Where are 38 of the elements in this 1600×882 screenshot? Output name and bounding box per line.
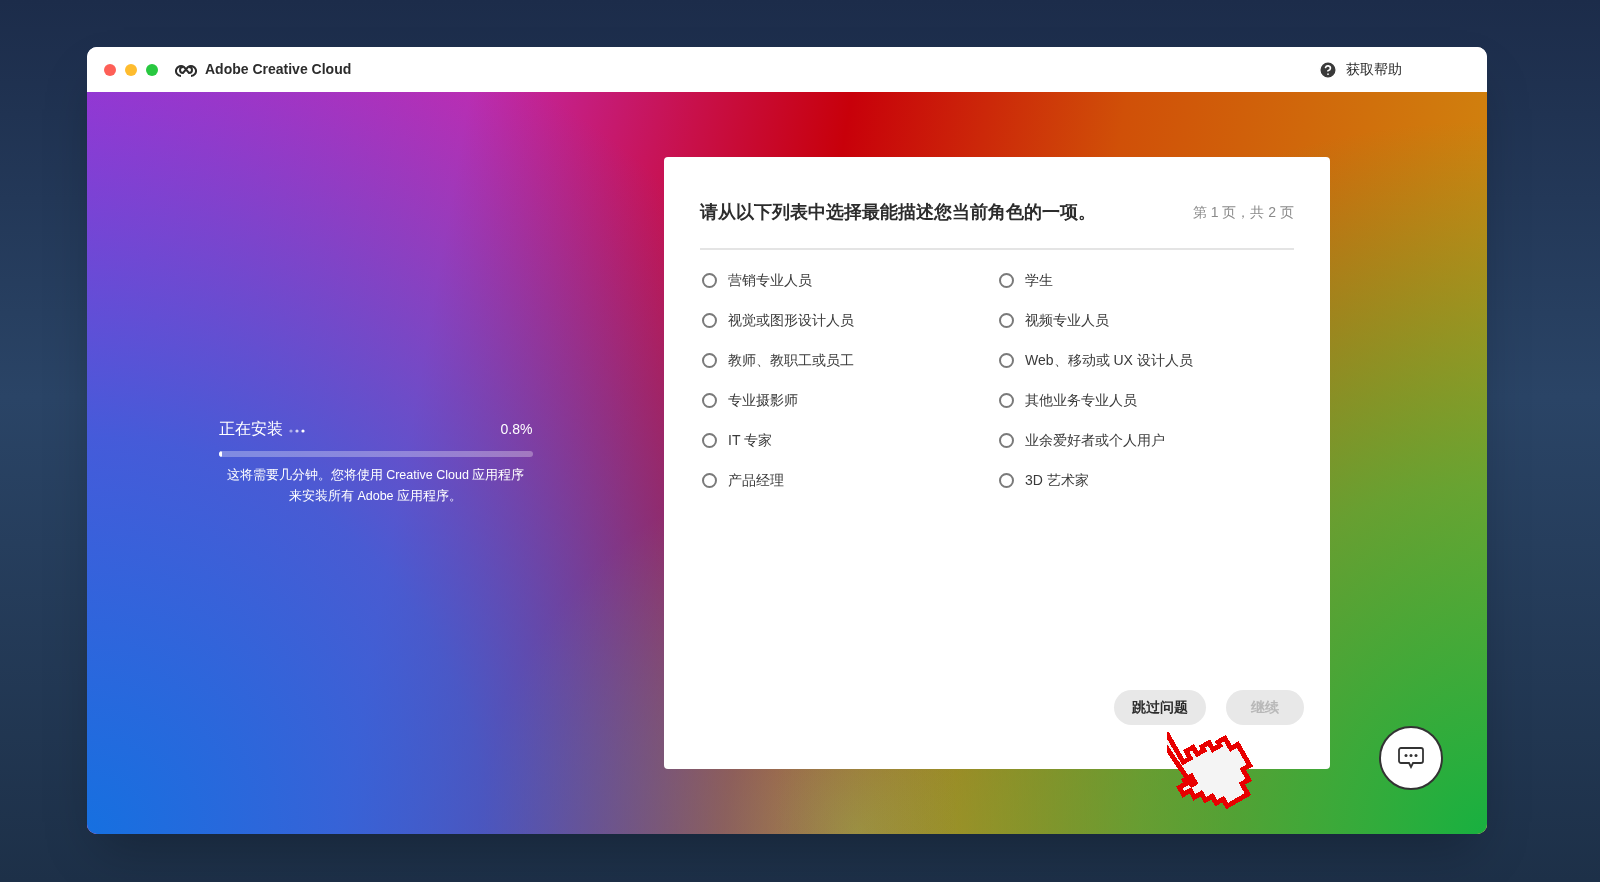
role-option[interactable]: 3D 艺术家	[997, 460, 1294, 500]
role-option[interactable]: 视频专业人员	[997, 300, 1294, 340]
close-window-button[interactable]	[104, 63, 116, 76]
progress-percent: 0.8%	[500, 419, 533, 439]
radio-button[interactable]	[999, 272, 1014, 288]
role-option[interactable]: 视觉或图形设计人员	[700, 300, 997, 340]
window-title: Adobe Creative Cloud	[205, 60, 352, 79]
page-indicator: 第 1 页，共 2 页	[1192, 203, 1294, 222]
survey-question: 请从以下列表中选择最能描述您当前角色的一项。	[700, 201, 1096, 224]
role-option[interactable]: 业余爱好者或个人用户	[997, 420, 1294, 460]
role-option[interactable]: 其他业务专业人员	[997, 380, 1294, 420]
installing-label: 正在安装	[218, 419, 283, 439]
radio-button[interactable]	[999, 432, 1014, 448]
role-option[interactable]: 专业摄影师	[700, 380, 997, 420]
radio-button[interactable]	[999, 352, 1014, 368]
radio-button[interactable]	[999, 472, 1014, 488]
role-option[interactable]: Web、移动或 UX 设计人员	[997, 340, 1294, 380]
install-note: 这将需要几分钟。您将使用 Creative Cloud 应用程序来安装所有 Adobe 应用程序。	[225, 467, 526, 505]
radio-button[interactable]	[702, 312, 717, 328]
help-link[interactable]: 获取帮助	[1346, 59, 1402, 80]
radio-button[interactable]	[702, 392, 717, 408]
radio-button[interactable]	[999, 392, 1014, 408]
help-icon[interactable]	[1318, 59, 1338, 80]
zoom-window-button[interactable]	[146, 63, 158, 76]
radio-button[interactable]	[999, 312, 1014, 328]
radio-button[interactable]	[702, 472, 717, 488]
role-option[interactable]: IT 专家	[700, 420, 997, 460]
role-option[interactable]: 教师、教职工或员工	[700, 340, 997, 380]
chat-button[interactable]	[1379, 726, 1443, 790]
role-option[interactable]: 学生	[997, 260, 1294, 300]
role-option[interactable]: 产品经理	[700, 460, 997, 500]
loading-dots-icon	[288, 429, 305, 433]
survey-button[interactable]: 跳过问题	[1114, 690, 1206, 725]
radio-button[interactable]	[702, 272, 717, 288]
radio-button[interactable]	[702, 352, 717, 368]
role-option[interactable]: 营销专业人员	[700, 260, 997, 300]
chat-bubble-icon	[1398, 746, 1424, 770]
radio-button[interactable]	[702, 432, 717, 448]
